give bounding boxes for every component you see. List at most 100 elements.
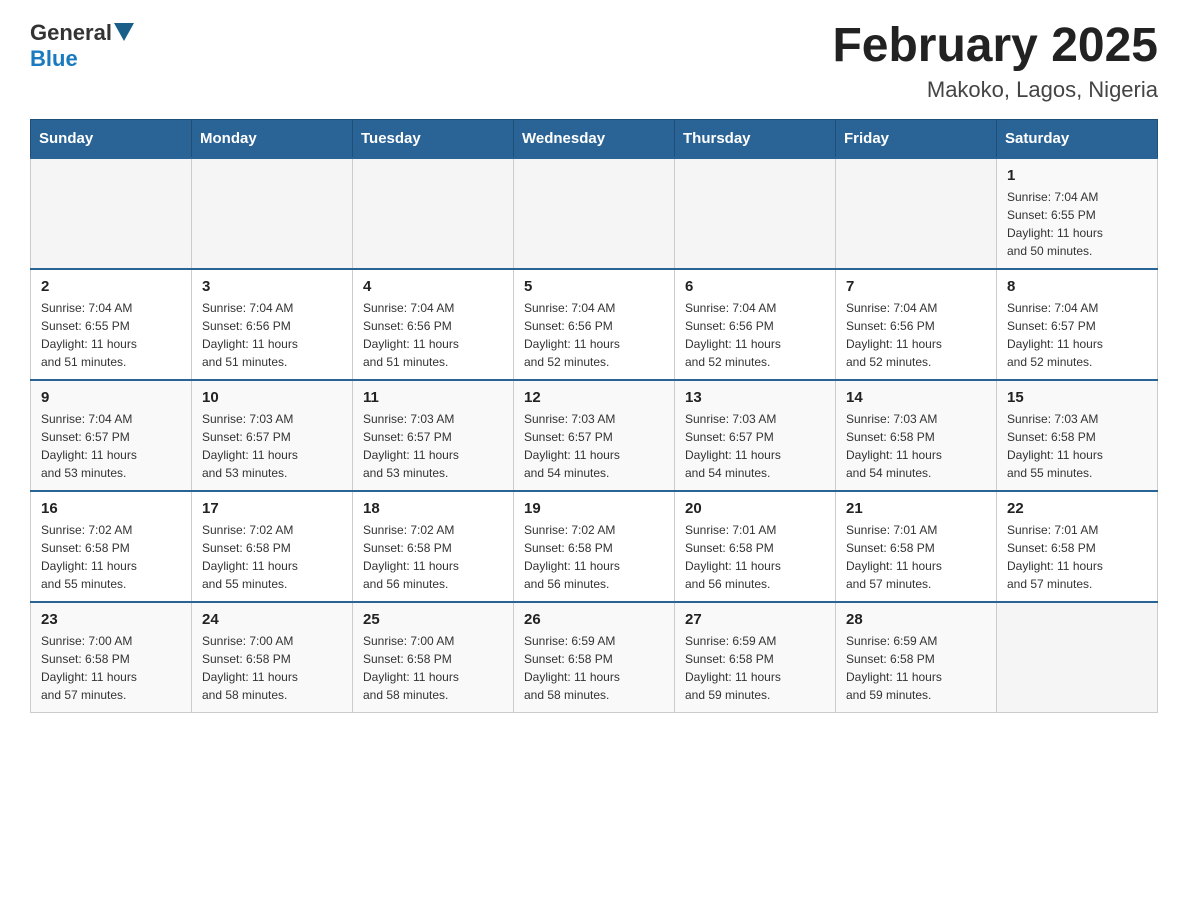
day-info: Sunrise: 7:03 AM Sunset: 6:58 PM Dayligh… [1007, 410, 1147, 482]
day-number: 23 [41, 611, 181, 628]
day-info: Sunrise: 6:59 AM Sunset: 6:58 PM Dayligh… [846, 632, 986, 704]
day-number: 28 [846, 611, 986, 628]
day-number: 16 [41, 500, 181, 517]
calendar-cell: 28 Sunrise: 6:59 AM Sunset: 6:58 PM Dayli… [836, 602, 997, 713]
day-number: 14 [846, 389, 986, 406]
day-number: 24 [202, 611, 342, 628]
day-info: Sunrise: 7:03 AM Sunset: 6:57 PM Dayligh… [363, 410, 503, 482]
day-number: 15 [1007, 389, 1147, 406]
day-number: 7 [846, 278, 986, 295]
calendar-cell: 1 Sunrise: 7:04 AM Sunset: 6:55 PM Daylig… [997, 158, 1158, 269]
day-number: 5 [524, 278, 664, 295]
calendar-cell: 27Sunrise: 6:59 AM Sunset: 6:58 PM Dayli… [675, 602, 836, 713]
day-info: Sunrise: 7:03 AM Sunset: 6:57 PM Dayligh… [685, 410, 825, 482]
day-info: Sunrise: 7:01 AM Sunset: 6:58 PM Dayligh… [685, 521, 825, 593]
day-info: Sunrise: 7:04 AM Sunset: 6:56 PM Dayligh… [846, 299, 986, 371]
calendar-table: Sunday Monday Tuesday Wednesday Thursday… [30, 119, 1158, 713]
day-info: Sunrise: 7:03 AM Sunset: 6:57 PM Dayligh… [524, 410, 664, 482]
calendar-cell: 15 Sunrise: 7:03 AM Sunset: 6:58 PM Dayli… [997, 380, 1158, 491]
day-number: 11 [363, 389, 503, 406]
calendar-subtitle: Makoko, Lagos, Nigeria [832, 77, 1158, 103]
day-info: Sunrise: 6:59 AM Sunset: 6:58 PM Dayligh… [685, 632, 825, 704]
day-number: 22 [1007, 500, 1147, 517]
day-info: Sunrise: 7:04 AM Sunset: 6:55 PM Dayligh… [1007, 188, 1147, 260]
calendar-cell: 26 Sunrise: 6:59 AM Sunset: 6:58 PM Dayli… [514, 602, 675, 713]
calendar-cell: 24 Sunrise: 7:00 AM Sunset: 6:58 PM Dayli… [192, 602, 353, 713]
calendar-cell: 21 Sunrise: 7:01 AM Sunset: 6:58 PM Dayli… [836, 491, 997, 602]
day-info: Sunrise: 7:02 AM Sunset: 6:58 PM Dayligh… [202, 521, 342, 593]
title-section: February 2025 Makoko, Lagos, Nigeria [832, 20, 1158, 103]
week-row-5: 23 Sunrise: 7:00 AM Sunset: 6:58 PM Dayli… [31, 602, 1158, 713]
logo-general: General [30, 20, 112, 46]
calendar-cell [675, 158, 836, 269]
calendar-cell: 12 Sunrise: 7:03 AM Sunset: 6:57 PM Dayli… [514, 380, 675, 491]
calendar-cell: 19Sunrise: 7:02 AM Sunset: 6:58 PM Dayli… [514, 491, 675, 602]
day-info: Sunrise: 7:04 AM Sunset: 6:56 PM Dayligh… [524, 299, 664, 371]
day-info: Sunrise: 7:01 AM Sunset: 6:58 PM Dayligh… [1007, 521, 1147, 593]
week-row-1: 1 Sunrise: 7:04 AM Sunset: 6:55 PM Daylig… [31, 158, 1158, 269]
calendar-cell: 3 Sunrise: 7:04 AM Sunset: 6:56 PM Daylig… [192, 269, 353, 380]
week-row-4: 16 Sunrise: 7:02 AM Sunset: 6:58 PM Dayli… [31, 491, 1158, 602]
col-monday: Monday [192, 119, 353, 158]
day-info: Sunrise: 7:04 AM Sunset: 6:57 PM Dayligh… [1007, 299, 1147, 371]
day-number: 4 [363, 278, 503, 295]
calendar-cell: 11 Sunrise: 7:03 AM Sunset: 6:57 PM Dayli… [353, 380, 514, 491]
calendar-cell: 14Sunrise: 7:03 AM Sunset: 6:58 PM Dayli… [836, 380, 997, 491]
calendar-cell: 18Sunrise: 7:02 AM Sunset: 6:58 PM Dayli… [353, 491, 514, 602]
day-number: 6 [685, 278, 825, 295]
calendar-cell: 13 Sunrise: 7:03 AM Sunset: 6:57 PM Dayli… [675, 380, 836, 491]
day-info: Sunrise: 7:01 AM Sunset: 6:58 PM Dayligh… [846, 521, 986, 593]
day-info: Sunrise: 7:00 AM Sunset: 6:58 PM Dayligh… [202, 632, 342, 704]
calendar-cell: 7 Sunrise: 7:04 AM Sunset: 6:56 PM Daylig… [836, 269, 997, 380]
calendar-cell: 20 Sunrise: 7:01 AM Sunset: 6:58 PM Dayli… [675, 491, 836, 602]
day-number: 18 [363, 500, 503, 517]
day-number: 17 [202, 500, 342, 517]
day-info: Sunrise: 7:00 AM Sunset: 6:58 PM Dayligh… [41, 632, 181, 704]
calendar-cell: 16Sunrise: 7:02 AM Sunset: 6:58 PM Dayli… [31, 491, 192, 602]
day-info: Sunrise: 7:04 AM Sunset: 6:56 PM Dayligh… [202, 299, 342, 371]
calendar-cell: 5 Sunrise: 7:04 AM Sunset: 6:56 PM Daylig… [514, 269, 675, 380]
day-info: Sunrise: 6:59 AM Sunset: 6:58 PM Dayligh… [524, 632, 664, 704]
col-thursday: Thursday [675, 119, 836, 158]
day-number: 21 [846, 500, 986, 517]
calendar-cell: 22 Sunrise: 7:01 AM Sunset: 6:58 PM Dayli… [997, 491, 1158, 602]
day-number: 8 [1007, 278, 1147, 295]
col-friday: Friday [836, 119, 997, 158]
day-number: 1 [1007, 167, 1147, 184]
header-row: Sunday Monday Tuesday Wednesday Thursday… [31, 119, 1158, 158]
day-info: Sunrise: 7:04 AM Sunset: 6:56 PM Dayligh… [685, 299, 825, 371]
week-row-2: 2Sunrise: 7:04 AM Sunset: 6:55 PM Daylig… [31, 269, 1158, 380]
page-header: General Blue February 2025 Makoko, Lagos… [30, 20, 1158, 103]
day-number: 20 [685, 500, 825, 517]
day-number: 9 [41, 389, 181, 406]
col-wednesday: Wednesday [514, 119, 675, 158]
day-number: 12 [524, 389, 664, 406]
day-info: Sunrise: 7:00 AM Sunset: 6:58 PM Dayligh… [363, 632, 503, 704]
calendar-cell: 23 Sunrise: 7:00 AM Sunset: 6:58 PM Dayli… [31, 602, 192, 713]
calendar-cell: 10 Sunrise: 7:03 AM Sunset: 6:57 PM Dayli… [192, 380, 353, 491]
calendar-cell [836, 158, 997, 269]
calendar-cell [192, 158, 353, 269]
calendar-cell: 2Sunrise: 7:04 AM Sunset: 6:55 PM Daylig… [31, 269, 192, 380]
logo-arrow-icon [114, 23, 134, 46]
calendar-cell: 4Sunrise: 7:04 AM Sunset: 6:56 PM Daylig… [353, 269, 514, 380]
day-number: 19 [524, 500, 664, 517]
calendar-cell: 17 Sunrise: 7:02 AM Sunset: 6:58 PM Dayli… [192, 491, 353, 602]
day-number: 3 [202, 278, 342, 295]
day-number: 26 [524, 611, 664, 628]
calendar-cell [514, 158, 675, 269]
calendar-cell: 25 Sunrise: 7:00 AM Sunset: 6:58 PM Dayli… [353, 602, 514, 713]
day-info: Sunrise: 7:04 AM Sunset: 6:55 PM Dayligh… [41, 299, 181, 371]
logo: General Blue [30, 20, 134, 72]
col-sunday: Sunday [31, 119, 192, 158]
day-number: 10 [202, 389, 342, 406]
day-number: 13 [685, 389, 825, 406]
calendar-cell [31, 158, 192, 269]
col-saturday: Saturday [997, 119, 1158, 158]
calendar-cell [997, 602, 1158, 713]
week-row-3: 9 Sunrise: 7:04 AM Sunset: 6:57 PM Daylig… [31, 380, 1158, 491]
day-info: Sunrise: 7:03 AM Sunset: 6:57 PM Dayligh… [202, 410, 342, 482]
day-number: 25 [363, 611, 503, 628]
day-info: Sunrise: 7:04 AM Sunset: 6:57 PM Dayligh… [41, 410, 181, 482]
col-tuesday: Tuesday [353, 119, 514, 158]
